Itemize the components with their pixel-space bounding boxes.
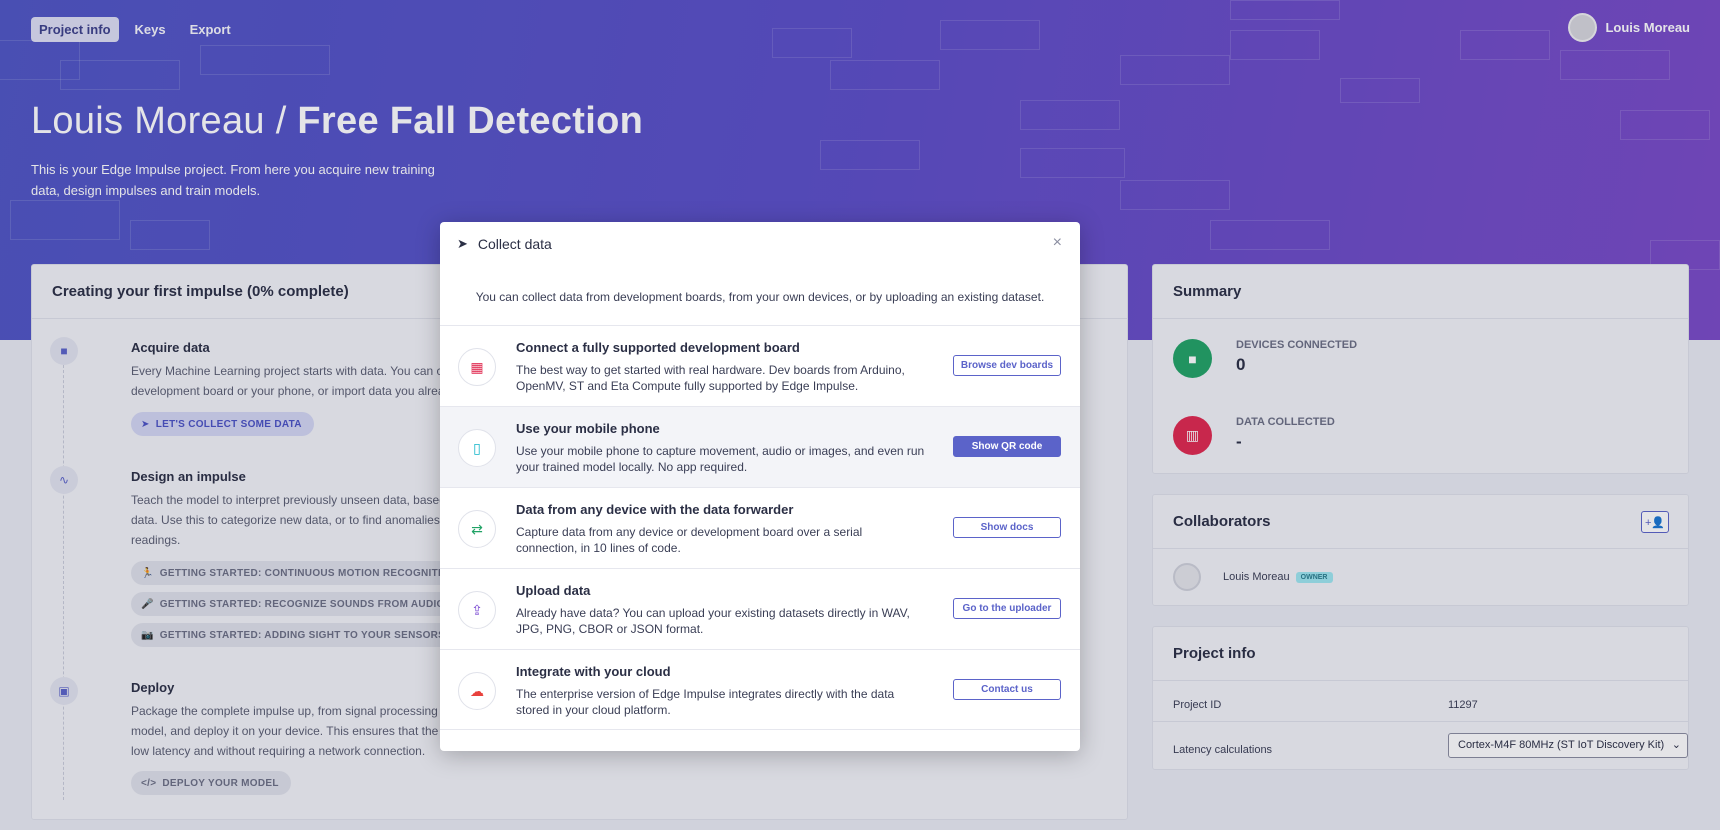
option-text: The best way to get started with real ha… — [516, 363, 905, 393]
modal-title: Collect data — [477, 236, 552, 252]
cloud-icon: ☁ — [458, 672, 496, 710]
option-cloud: ☁ Integrate with your cloud The enterpri… — [440, 649, 1080, 730]
option-title: Use your mobile phone — [516, 421, 660, 436]
option-upload-data: ⇪ Upload data Already have data? You can… — [440, 568, 1080, 649]
modal-header: ➤ Collect data — [457, 236, 552, 252]
phone-icon: ▯ — [458, 429, 496, 467]
collect-data-modal: ➤ Collect data × You can collect data fr… — [440, 222, 1080, 751]
option-title: Data from any device with the data forwa… — [516, 502, 794, 517]
option-data-forwarder: ⇄ Data from any device with the data for… — [440, 487, 1080, 568]
option-title: Upload data — [516, 583, 591, 598]
go-to-uploader-button[interactable]: Go to the uploader — [953, 598, 1061, 619]
option-text: Use your mobile phone to capture movemen… — [516, 444, 925, 474]
option-title: Integrate with your cloud — [516, 664, 671, 679]
chip-icon: ▦ — [458, 348, 496, 386]
option-dev-board: ▦ Connect a fully supported development … — [440, 325, 1080, 406]
option-mobile-phone: ▯ Use your mobile phone Use your mobile … — [440, 406, 1080, 487]
rocket-icon: ➤ — [457, 236, 468, 251]
option-text: Already have data? You can upload your e… — [516, 606, 910, 636]
arrows-icon: ⇄ — [458, 510, 496, 548]
contact-us-button[interactable]: Contact us — [953, 679, 1061, 700]
option-title: Connect a fully supported development bo… — [516, 340, 800, 355]
option-text: Capture data from any device or developm… — [516, 525, 863, 555]
option-text: The enterprise version of Edge Impulse i… — [516, 687, 895, 717]
show-docs-button[interactable]: Show docs — [953, 517, 1061, 538]
upload-icon: ⇪ — [458, 591, 496, 629]
modal-intro: You can collect data from development bo… — [475, 290, 1045, 304]
browse-dev-boards-button[interactable]: Browse dev boards — [953, 355, 1061, 376]
close-icon[interactable]: × — [1053, 234, 1062, 252]
show-qr-code-button[interactable]: Show QR code — [953, 436, 1061, 457]
